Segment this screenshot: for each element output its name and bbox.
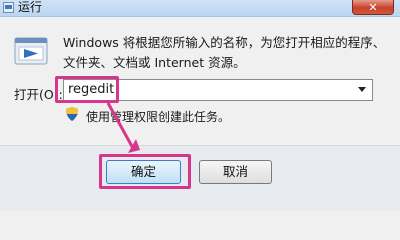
title-bar: 运行 ✕ xyxy=(0,0,400,17)
window-title: 运行 xyxy=(18,0,43,14)
input-highlight-box xyxy=(55,76,119,103)
close-button[interactable]: ✕ xyxy=(352,0,394,15)
chevron-down-icon[interactable] xyxy=(358,87,366,92)
ok-highlight-box xyxy=(99,154,191,189)
shield-icon xyxy=(66,107,78,121)
cancel-button[interactable]: 取消 xyxy=(199,160,272,184)
run-app-icon xyxy=(3,2,14,13)
run-icon xyxy=(14,37,48,65)
admin-privilege-note: 使用管理权限创建此任务。 xyxy=(86,110,231,124)
dialog-description: Windows 将根据您所输入的名称，为您打开相应的程序、文件夹、文档或 Int… xyxy=(63,35,386,70)
close-icon: ✕ xyxy=(368,1,378,14)
